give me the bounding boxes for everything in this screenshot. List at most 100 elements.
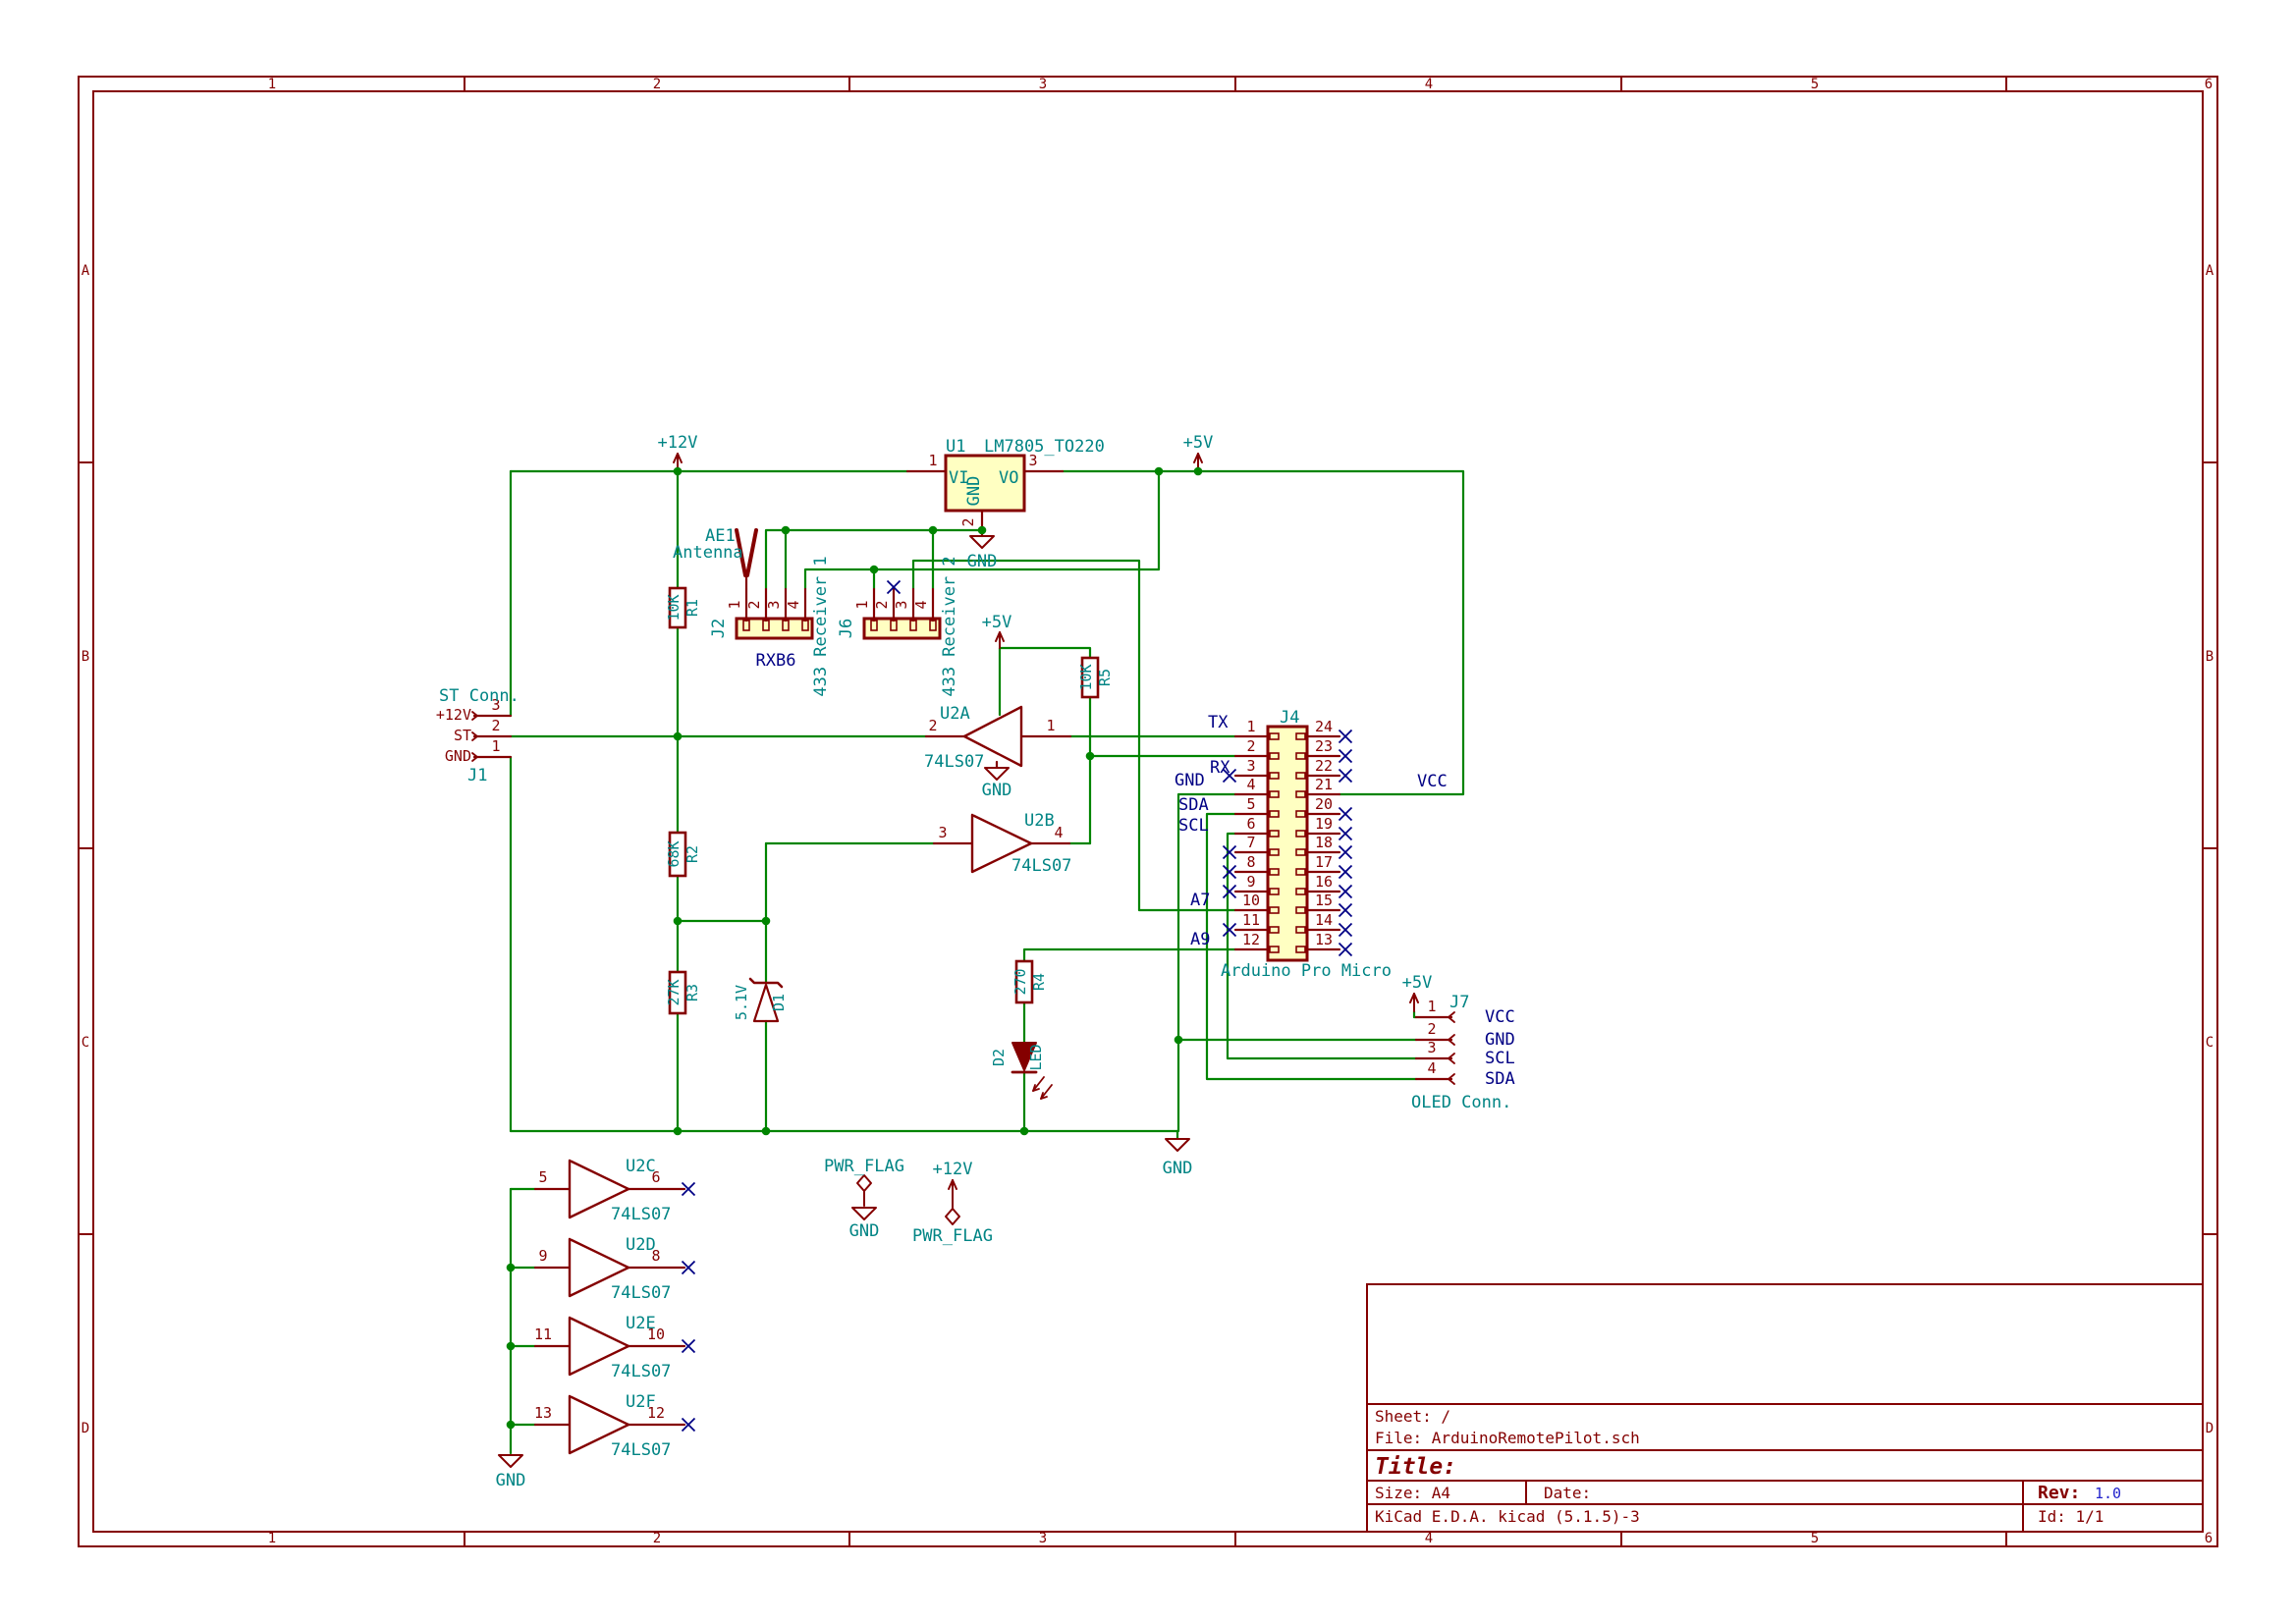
j4-pin-number: 13 — [1315, 931, 1333, 948]
border-row-label: B — [82, 649, 89, 665]
u2b-reference: U2B — [1024, 811, 1055, 831]
r4-reference: R4 — [1030, 973, 1048, 991]
u2a-pin-number: 2 — [928, 717, 937, 734]
border-column-label: 3 — [1039, 1531, 1047, 1546]
j7-label: OLED Conn. — [1411, 1093, 1511, 1112]
border-row-label: C — [2206, 1035, 2214, 1051]
j6-reference: J6 — [837, 619, 856, 638]
j4-pin-number: 12 — [1242, 931, 1260, 948]
net-label-a7: A7 — [1190, 891, 1210, 910]
j4-pin-number: 17 — [1315, 853, 1333, 871]
titleblock-date: Date: — [1544, 1484, 1591, 1502]
titleblock-rev-label: Rev: — [2038, 1483, 2080, 1503]
titleblock-size: Size: A4 — [1375, 1484, 1450, 1502]
j1-pin-name: GND — [445, 747, 471, 765]
j6-pin-number: 2 — [873, 600, 891, 609]
buffer-value: 74LS07 — [611, 1283, 671, 1303]
r4-value: 270 — [1011, 968, 1029, 995]
j4-pin-number: 3 — [1246, 757, 1255, 775]
j2-value: RXB6 — [756, 651, 796, 671]
j4-pin-number: 18 — [1315, 834, 1333, 851]
j6-pin-number: 3 — [893, 600, 910, 609]
gnd-label: GND — [967, 552, 998, 571]
border-row-label: C — [82, 1035, 89, 1051]
p5v-label: +5V — [1402, 973, 1433, 993]
j4-pin-number: 19 — [1315, 815, 1333, 833]
pwr-flag-label: PWR_FLAG — [824, 1157, 904, 1176]
titleblock-sheet: Sheet: / — [1375, 1407, 1450, 1426]
p12v-label: +12V — [658, 433, 698, 453]
d2-value: LED — [1027, 1044, 1045, 1070]
net-label-tx: TX — [1208, 713, 1229, 732]
u2a-reference: U2A — [940, 704, 970, 724]
j2-label: 433 Receiver 1 — [811, 556, 831, 696]
j6-label: 433 Receiver 2 — [940, 556, 959, 696]
border-column-label: 6 — [2205, 77, 2213, 92]
titleblock-rev-value: 1.0 — [2095, 1485, 2121, 1502]
j4-pin-number: 23 — [1315, 737, 1333, 755]
r2-reference: R2 — [683, 845, 701, 863]
buffer-reference: U2D — [626, 1235, 656, 1255]
u2b-pin-number: 4 — [1054, 824, 1063, 841]
pwr-flag-label: PWR_FLAG — [912, 1226, 993, 1246]
j4-reference: J4 — [1280, 708, 1299, 728]
gnd-label: GND — [849, 1221, 880, 1241]
text-layer: 112233445566A AB BC CD DSheet: /File: Arduin… — [82, 77, 2214, 1546]
titleblock-title: Title: — [1375, 1454, 1456, 1480]
j7-pin-name: SCL — [1485, 1049, 1515, 1068]
titleblock-file: File: ArduinoRemotePilot.sch — [1375, 1429, 1640, 1447]
j1-pin-number: 1 — [491, 737, 500, 755]
net-label-a9: A9 — [1190, 930, 1210, 949]
j2-pin-number: 1 — [726, 600, 743, 609]
titleblock-id: Id: 1/1 — [2038, 1507, 2104, 1526]
u1-pin-number: 2 — [959, 517, 977, 526]
j4-pin-number: 5 — [1246, 795, 1255, 813]
r3-value: 27K — [665, 979, 683, 1005]
j7-pin-name: VCC — [1485, 1007, 1515, 1027]
border-row-label: D — [82, 1421, 89, 1436]
border-column-label: 5 — [1811, 77, 1819, 92]
j4-pin-number: 4 — [1246, 776, 1255, 793]
j6-pin-number: 4 — [912, 600, 930, 609]
border-column-label: 1 — [268, 77, 276, 92]
j7-pin-name: SDA — [1485, 1069, 1515, 1089]
j2-pin-number: 2 — [745, 600, 763, 609]
u1-value: LM7805_TO220 — [984, 437, 1105, 457]
gnd-label: GND — [982, 781, 1012, 800]
u2b-pin-number: 3 — [938, 824, 947, 841]
p5v-label: +5V — [982, 613, 1012, 632]
j4-pin-number: 2 — [1246, 737, 1255, 755]
j4-pin-number: 9 — [1246, 873, 1255, 891]
u1-pin-number: 3 — [1028, 452, 1037, 469]
p5v-label: +5V — [1183, 433, 1214, 453]
d1-reference: D1 — [770, 994, 788, 1011]
titleblock-generator: KiCad E.D.A. kicad (5.1.5)-3 — [1375, 1507, 1640, 1526]
buffer-value: 74LS07 — [611, 1362, 671, 1381]
border-column-label: 2 — [653, 77, 661, 92]
j1-reference: J1 — [467, 766, 487, 785]
j4-pin-number: 21 — [1315, 776, 1333, 793]
d1-value: 5.1V — [733, 985, 750, 1020]
j7-pin-name: GND — [1485, 1030, 1515, 1050]
u2b-value: 74LS07 — [1011, 856, 1071, 876]
ae1-value: Antenna — [673, 543, 743, 563]
j2-pin-number: 4 — [785, 600, 802, 609]
r1-reference: R1 — [683, 599, 701, 617]
j1-pin-number: 2 — [491, 717, 500, 734]
buffer-pin-number: 13 — [534, 1404, 552, 1422]
symbols[interactable] — [471, 453, 1455, 1468]
border-column-label: 4 — [1425, 77, 1433, 92]
r3-reference: R3 — [683, 984, 701, 1001]
r1-value: 10K — [665, 594, 683, 621]
j4-pin-number: 14 — [1315, 911, 1333, 929]
border-column-label: 3 — [1039, 77, 1047, 92]
r5-reference: R5 — [1096, 669, 1114, 686]
j7-pin-number: 1 — [1427, 998, 1436, 1015]
j4-pin-number: 10 — [1242, 892, 1260, 909]
j4-label: Arduino Pro Micro — [1221, 961, 1392, 981]
net-label-rx: RX — [1210, 758, 1230, 778]
u2a-value: 74LS07 — [924, 752, 984, 772]
j4-pin-number: 22 — [1315, 757, 1333, 775]
p12v-label: +12V — [933, 1160, 973, 1179]
j1-pin-name: ST — [454, 727, 471, 744]
